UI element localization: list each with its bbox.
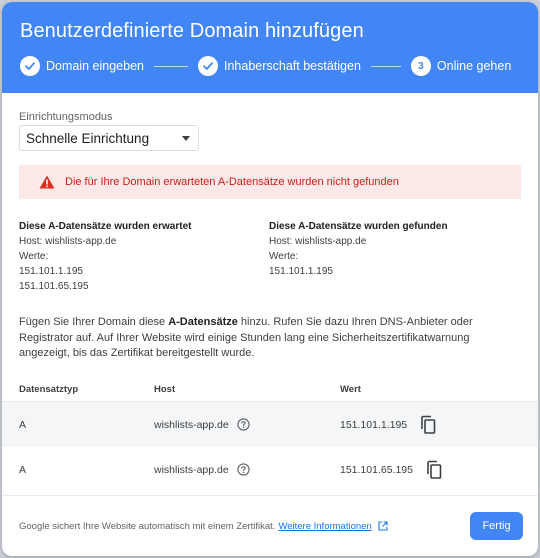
- table-row: A wishlists-app.de 151.101.1.195: [2, 402, 538, 447]
- copy-icon[interactable]: [419, 415, 437, 435]
- cell-value: 151.101.1.195: [340, 415, 437, 435]
- step-label: Inhaberschaft bestätigen: [224, 59, 361, 73]
- chevron-down-icon: [182, 135, 190, 141]
- table-row: A wishlists-app.de 151.101.65.195: [2, 447, 538, 492]
- expected-values-label: Werte:: [19, 251, 49, 262]
- expected-value: 151.101.65.195: [19, 281, 89, 292]
- instructions-text: Fügen Sie Ihrer Domain diese A-Datensätz…: [19, 315, 519, 362]
- cell-value-text: 151.101.1.195: [340, 418, 408, 431]
- step-enter-domain: Domain eingeben: [20, 56, 144, 76]
- found-value: 151.101.1.195: [269, 266, 333, 277]
- learn-more-link[interactable]: Weitere Informationen: [278, 521, 371, 532]
- step-connector: [370, 65, 401, 67]
- found-records: Diese A-Datensätze wurden gefunden Host:…: [269, 219, 519, 294]
- footer-note: Google sichert Ihre Website automatisch …: [19, 521, 388, 532]
- column-header-host: Host: [154, 383, 176, 395]
- instructions-bold: A-Datensätze: [168, 316, 238, 328]
- records-comparison: Diese A-Datensätze wurden erwartet Host:…: [19, 219, 521, 294]
- column-header-type: Datensatztyp: [19, 383, 79, 395]
- dns-records-table: Datensatztyp Host Wert A wishlists-app.d…: [2, 377, 538, 492]
- step-verify-ownership: Inhaberschaft bestätigen: [198, 56, 361, 76]
- dialog-content: Einrichtungsmodus Schnelle Einrichtung D…: [2, 93, 538, 362]
- expected-heading: Diese A-Datensätze wurden erwartet: [19, 221, 192, 232]
- cell-host: wishlists-app.de: [154, 418, 340, 431]
- cell-host-text: wishlists-app.de: [154, 418, 229, 431]
- step-go-live: 3 Online gehen: [410, 56, 512, 76]
- check-icon: [20, 56, 40, 76]
- error-alert: Die für Ihre Domain erwarteten A-Datensä…: [19, 165, 521, 199]
- cell-type: A: [19, 418, 27, 431]
- cell-host: wishlists-app.de: [154, 463, 340, 476]
- step-label: Domain eingeben: [46, 59, 144, 73]
- table-header: Datensatztyp Host Wert: [2, 377, 538, 402]
- cell-value-text: 151.101.65.195: [340, 463, 413, 476]
- expected-records: Diese A-Datensätze wurden erwartet Host:…: [19, 219, 269, 294]
- setup-mode-value: Schnelle Einrichtung: [26, 130, 150, 146]
- stepper: Domain eingeben Inhaberschaft bestätigen…: [20, 52, 520, 80]
- done-button[interactable]: Fertig: [470, 512, 523, 540]
- instructions-prefix: Fügen Sie Ihrer Domain diese: [19, 316, 169, 328]
- setup-mode-label: Einrichtungsmodus: [19, 111, 113, 123]
- help-icon[interactable]: [237, 418, 250, 431]
- cell-value: 151.101.65.195: [340, 460, 443, 480]
- footer-text: Google sichert Ihre Website automatisch …: [19, 520, 276, 532]
- cell-type: A: [19, 463, 27, 476]
- add-custom-domain-dialog: Benutzerdefinierte Domain hinzufügen Dom…: [2, 2, 538, 556]
- dialog-title: Benutzerdefinierte Domain hinzufügen: [20, 20, 364, 42]
- found-heading: Diese A-Datensätze wurden gefunden: [269, 221, 448, 232]
- dialog-header: Benutzerdefinierte Domain hinzufügen Dom…: [2, 2, 538, 93]
- step-label: Online gehen: [436, 59, 512, 73]
- external-link-icon[interactable]: [378, 521, 388, 531]
- check-icon: [198, 56, 218, 76]
- help-icon[interactable]: [237, 463, 250, 476]
- step-number: 3: [418, 60, 424, 72]
- step-number-badge: 3: [410, 56, 431, 76]
- dialog-footer: Google sichert Ihre Website automatisch …: [2, 495, 538, 556]
- copy-icon[interactable]: [425, 460, 443, 480]
- expected-host: Host: wishlists-app.de: [19, 236, 117, 247]
- step-connector: [154, 65, 188, 67]
- cell-host-text: wishlists-app.de: [154, 463, 229, 476]
- alert-text: Die für Ihre Domain erwarteten A-Datensä…: [65, 176, 399, 188]
- warning-icon: [39, 175, 55, 189]
- found-values-label: Werte:: [269, 251, 299, 262]
- expected-value: 151.101.1.195: [19, 266, 83, 277]
- found-host: Host: wishlists-app.de: [269, 236, 367, 247]
- column-header-value: Wert: [340, 383, 361, 395]
- setup-mode-select[interactable]: Schnelle Einrichtung: [19, 125, 199, 151]
